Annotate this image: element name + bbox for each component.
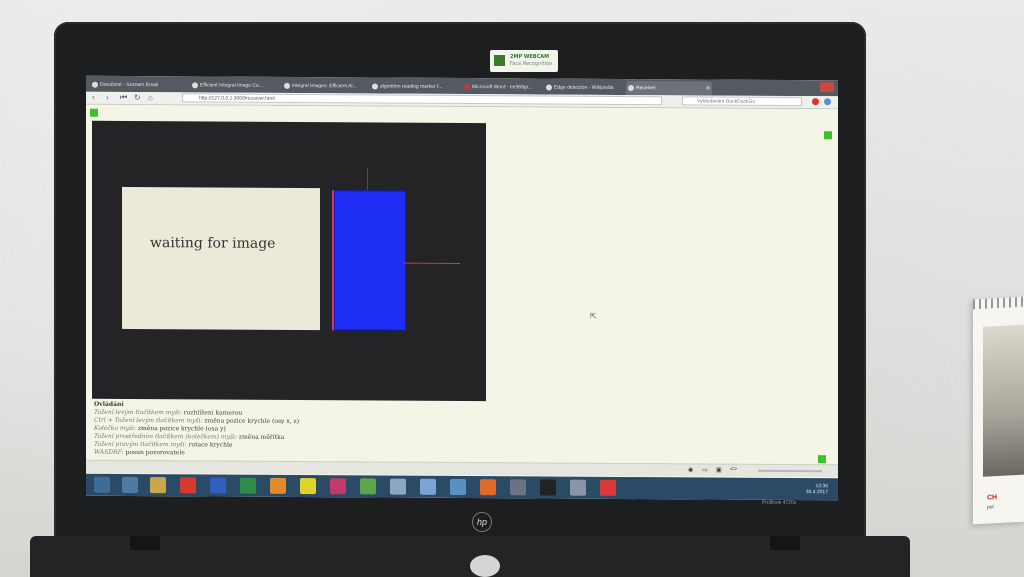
window-icon[interactable]: ▭ xyxy=(702,466,708,473)
left-hinge xyxy=(130,536,160,550)
app2-icon[interactable] xyxy=(450,478,466,496)
windows-taskbar: 13:36 30.4.2017 xyxy=(86,473,838,501)
tab-integral-image[interactable]: Efficient Integral Image Co... xyxy=(190,78,286,93)
clock-date: 30.4.2017 xyxy=(805,489,828,496)
chrome-icon[interactable] xyxy=(360,478,376,495)
tab-favicon-icon xyxy=(464,84,470,91)
code-icon[interactable]: <> xyxy=(730,467,737,473)
reload-icon[interactable]: ↻ xyxy=(134,93,141,103)
flash-icon[interactable] xyxy=(600,479,616,496)
tab-favicon-icon xyxy=(92,81,98,88)
start-icon[interactable] xyxy=(94,476,110,493)
word-icon[interactable] xyxy=(210,477,226,494)
app-icon[interactable] xyxy=(330,478,346,495)
webcam-badge: 2MP WEBCAM Face Recognition xyxy=(490,50,558,72)
forward-icon[interactable]: › xyxy=(106,93,109,103)
tab-integral-images[interactable]: Integral Images: Efficient Al... xyxy=(282,79,378,94)
desk-calendar: CH pol xyxy=(973,296,1024,525)
tab-favicon-icon xyxy=(628,85,634,92)
app4-icon[interactable] xyxy=(570,479,586,496)
help-action: Tažení levým tlačítkem myši: xyxy=(94,408,182,417)
tab-label: Edge detection - Wikipedia xyxy=(554,84,614,91)
search-input[interactable]: Vyhledávání DuckDuckGo xyxy=(682,96,802,107)
terminal-icon[interactable] xyxy=(540,479,556,496)
y-axis-line xyxy=(367,168,368,191)
tab-label: Microsoft Word - ee368gr... xyxy=(472,84,533,91)
webcam-badge-subtitle: Face Recognition xyxy=(510,61,553,67)
help-action: Tažení pravým tlačítkem myši: xyxy=(94,440,187,449)
new-tab-button[interactable]: ⊕ xyxy=(704,81,720,95)
explorer-icon[interactable] xyxy=(150,477,166,494)
tab-label: algorithm reading marker f... xyxy=(380,83,443,90)
vivaldi-icon[interactable] xyxy=(180,477,196,494)
help-effect: rozhlížení kamerou xyxy=(183,409,243,417)
corner-marker-bottom-right xyxy=(818,455,826,464)
tab-receiver[interactable]: Receiver xyxy=(626,81,712,96)
controls-help: Ovládání Tažení levým tlačítkem myši: ro… xyxy=(94,401,299,458)
corner-marker-top-right xyxy=(824,131,832,140)
power-button xyxy=(470,555,500,577)
help-effect: změna měřítka xyxy=(238,433,285,441)
home-skip-icon[interactable]: ⏮ xyxy=(120,93,127,103)
waiting-text: waiting for image xyxy=(150,235,276,252)
help-effect: posun pozorovatele xyxy=(125,448,185,457)
excel-icon[interactable] xyxy=(240,477,256,494)
camera-icon[interactable]: ◉ xyxy=(688,466,693,473)
help-action: Kolečko myši: xyxy=(94,424,137,433)
help-effect: změna pozice krychle (osy x, z) xyxy=(204,417,300,426)
notes-icon[interactable] xyxy=(420,478,436,495)
hp-logo: hp xyxy=(472,512,492,532)
tab-favicon-icon xyxy=(546,84,552,91)
calendar-rings xyxy=(973,296,1024,310)
laptop-screen: Doručené - Seznam Email Efficient Integr… xyxy=(86,75,838,501)
receiver-page: waiting for image Ovládání Tažení levým … xyxy=(86,104,838,483)
tab-label: Efficient Integral Image Co... xyxy=(200,82,263,89)
blue-cube[interactable] xyxy=(332,190,406,331)
tab-label: Integral Images: Efficient Al... xyxy=(292,82,357,90)
laptop-model-label: ProBook 4720s xyxy=(762,500,797,506)
app3-icon[interactable] xyxy=(510,479,526,496)
webgl-canvas[interactable]: waiting for image xyxy=(92,120,486,402)
tab-seznam[interactable]: Doručené - Seznam Email xyxy=(90,78,192,93)
tab-edge-detection[interactable]: Edge detection - Wikipedia xyxy=(544,81,634,96)
menu-icon[interactable] xyxy=(824,98,831,106)
zoom-slider[interactable] xyxy=(758,469,822,473)
x-axis-line xyxy=(404,262,460,264)
right-hinge xyxy=(770,536,800,550)
close-window-button[interactable] xyxy=(820,82,834,93)
tool-icon[interactable] xyxy=(390,478,406,495)
tab-word[interactable]: Microsoft Word - ee368gr... xyxy=(462,80,552,95)
help-effect: rotace krychle xyxy=(188,441,233,449)
addon-icon[interactable] xyxy=(812,98,819,106)
calendar-title: CH xyxy=(987,494,998,502)
url-input[interactable]: http://127.0.0.1:3000/receiver.html xyxy=(182,93,662,106)
calendar-photo xyxy=(983,324,1024,477)
screen-icon[interactable]: ▣ xyxy=(716,467,722,474)
webcam-icon xyxy=(494,55,505,66)
tab-label: Doručené - Seznam Email xyxy=(100,81,159,89)
desktop-icon[interactable] xyxy=(122,476,138,494)
system-clock[interactable]: 13:36 30.4.2017 xyxy=(806,483,828,495)
tab-favicon-icon xyxy=(284,82,290,89)
tab-label: Receiver xyxy=(636,85,656,92)
vlc-icon[interactable] xyxy=(270,477,286,494)
mouse-cursor-icon: ⇱ xyxy=(590,311,597,321)
tab-favicon-icon xyxy=(192,82,198,89)
tab-marker-algorithm[interactable]: algorithm reading marker f... xyxy=(370,79,468,94)
help-line: WASDRF: posun pozorovatele xyxy=(94,449,299,458)
webcam-badge-title: 2MP WEBCAM xyxy=(510,54,550,60)
tab-favicon-icon xyxy=(372,83,378,90)
back-icon[interactable]: ‹ xyxy=(92,93,95,103)
home-icon[interactable]: ⌂ xyxy=(148,93,153,103)
help-action: WASDRF: xyxy=(94,448,124,456)
help-action: Tažení prostředním tlačítkem (kolečkem) … xyxy=(94,432,237,441)
image-panel: waiting for image xyxy=(122,186,320,331)
calendar-subtitle: pol xyxy=(987,504,994,511)
corner-marker-top-left xyxy=(90,108,98,117)
help-effect: změna pozice krychle (osa y) xyxy=(137,425,226,433)
fsw-icon[interactable] xyxy=(300,478,316,495)
help-action: Ctrl + Tažení levým tlačítkem myši: xyxy=(94,416,203,425)
firefox-icon[interactable] xyxy=(480,479,496,496)
